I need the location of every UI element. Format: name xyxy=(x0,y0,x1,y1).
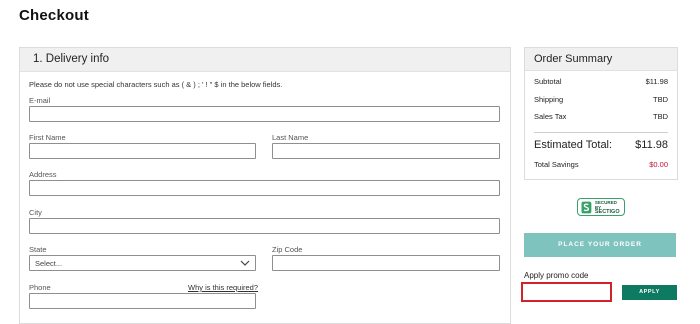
why-required-link[interactable]: Why is this required? xyxy=(188,283,258,292)
estimated-total-label: Estimated Total: xyxy=(534,139,613,151)
state-label: State xyxy=(29,245,47,254)
place-order-button[interactable]: PLACE YOUR ORDER xyxy=(524,233,676,257)
city-label: City xyxy=(29,208,42,217)
subtotal-row: Subtotal $11.98 xyxy=(534,77,668,86)
delivery-heading: 1. Delivery info xyxy=(20,48,510,72)
address-field[interactable] xyxy=(29,180,500,196)
promo-code-label: Apply promo code xyxy=(524,271,589,280)
summary-divider xyxy=(534,132,668,133)
sales-tax-value: TBD xyxy=(653,112,668,121)
page-title: Checkout xyxy=(19,7,89,24)
subtotal-label: Subtotal xyxy=(534,77,562,86)
sectigo-secured-badge: SECURED BY SECTIGO xyxy=(577,198,625,216)
subtotal-value: $11.98 xyxy=(645,77,668,86)
special-characters-note: Please do not use special characters suc… xyxy=(29,80,283,89)
estimated-total-row: Estimated Total: $11.98 xyxy=(534,139,668,151)
apply-promo-button[interactable]: APPLY xyxy=(622,285,677,300)
phone-label: Phone xyxy=(29,283,51,292)
badge-line-1: SECURED BY xyxy=(594,199,617,210)
order-summary-panel: Order Summary Subtotal $11.98 Shipping T… xyxy=(524,47,678,180)
delivery-panel: 1. Delivery info Please do not use speci… xyxy=(19,47,511,324)
chevron-down-icon xyxy=(240,260,250,266)
last-name-label: Last Name xyxy=(272,133,309,142)
first-name-label: First Name xyxy=(29,133,66,142)
phone-field[interactable] xyxy=(29,293,256,309)
state-selected-value: Select... xyxy=(35,259,63,268)
email-label: E-mail xyxy=(29,96,51,105)
address-label: Address xyxy=(29,170,57,179)
total-savings-row: Total Savings $0.00 xyxy=(534,160,668,169)
sales-tax-label: Sales Tax xyxy=(534,112,567,121)
last-name-field[interactable] xyxy=(272,143,500,159)
zip-code-label: Zip Code xyxy=(272,245,303,254)
shield-check-icon xyxy=(581,201,592,213)
total-savings-value: $0.00 xyxy=(649,160,668,169)
promo-code-input[interactable] xyxy=(521,282,612,302)
sales-tax-row: Sales Tax TBD xyxy=(534,112,668,121)
order-summary-heading: Order Summary xyxy=(525,48,677,71)
badge-line-2: SECTIGO xyxy=(594,208,620,215)
zip-code-field[interactable] xyxy=(272,255,500,271)
estimated-total-value: $11.98 xyxy=(635,139,668,151)
first-name-field[interactable] xyxy=(29,143,256,159)
shipping-value: TBD xyxy=(653,95,668,104)
shipping-label: Shipping xyxy=(534,95,564,104)
shipping-row: Shipping TBD xyxy=(534,95,668,104)
state-select[interactable]: Select... xyxy=(29,255,256,271)
city-field[interactable] xyxy=(29,218,500,234)
email-field[interactable] xyxy=(29,106,500,122)
total-savings-label: Total Savings xyxy=(534,160,579,169)
